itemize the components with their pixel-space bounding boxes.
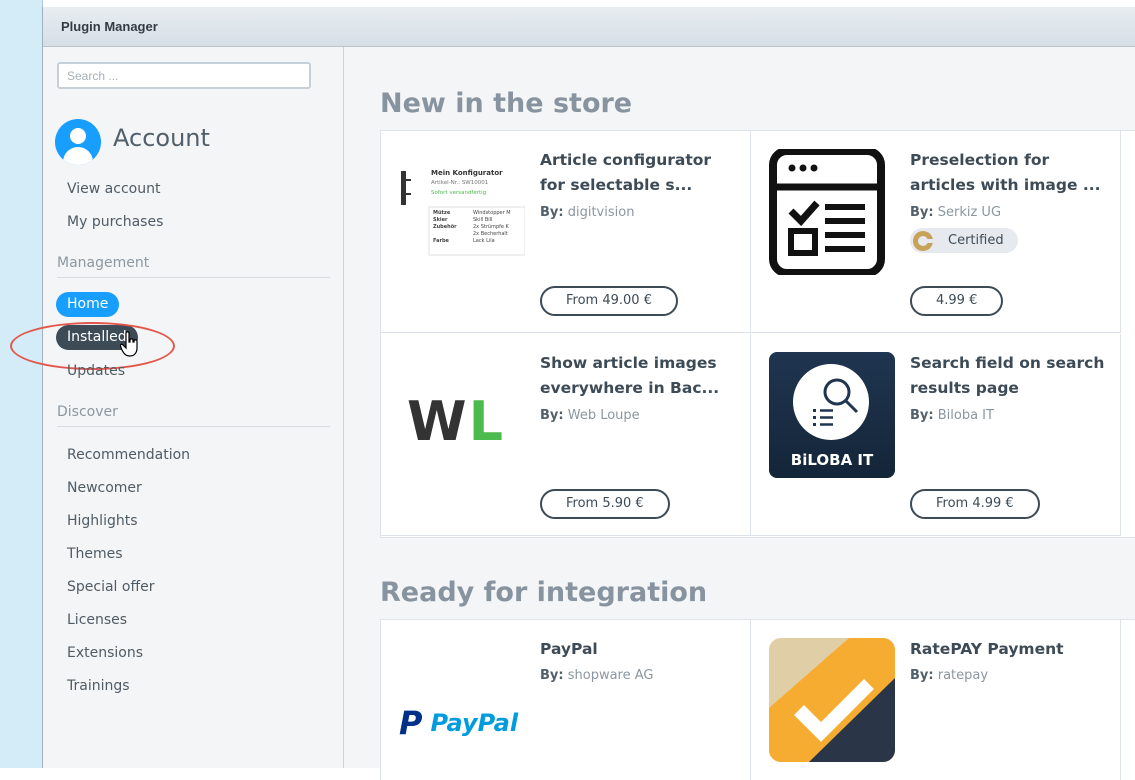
plugin-vendor: By: digitvision xyxy=(540,205,635,220)
sidebar-item-special-offer[interactable]: Special offer xyxy=(67,579,154,595)
plugin-vendor: By: ratepay xyxy=(910,668,989,683)
sidebar-item-trainings[interactable]: Trainings xyxy=(67,678,130,694)
window-title: Plugin Manager xyxy=(61,19,158,34)
ratepay-logo-icon xyxy=(769,638,895,762)
sidebar-item-licenses[interactable]: Licenses xyxy=(67,612,127,628)
price-button[interactable]: From 4.99 € xyxy=(910,489,1040,519)
plugin-thumbnail xyxy=(769,147,895,277)
section-heading-ready-for-integration: Ready for integration xyxy=(380,577,708,608)
sidebar-item-extensions[interactable]: Extensions xyxy=(67,645,143,661)
plugin-name[interactable]: Article configurator for selectable s... xyxy=(540,148,740,198)
plugin-thumbnail: BiLOBA IT xyxy=(769,352,895,478)
sidebar-item-home[interactable]: Home xyxy=(56,292,120,317)
certified-label: Certified xyxy=(948,233,1004,248)
plugin-name[interactable]: RatePAY Payment xyxy=(910,637,1110,662)
certified-seal-icon xyxy=(913,230,934,251)
biloba-logo-text: BiLOBA IT xyxy=(790,451,874,469)
price-button[interactable]: From 49.00 € xyxy=(540,286,678,316)
main-content: New in the store Mein Konfigurator Artik… xyxy=(344,47,1135,780)
search-input[interactable] xyxy=(57,62,311,89)
paypal-logo: P PayPal xyxy=(399,704,519,742)
price-button[interactable]: From 5.90 € xyxy=(540,489,670,519)
price-button[interactable]: 4.99 € xyxy=(910,286,1004,316)
user-avatar-icon xyxy=(55,119,101,165)
account-header: Account xyxy=(55,119,210,165)
sidebar-item-view-account[interactable]: View account xyxy=(67,181,160,197)
plugin-card[interactable]: BiLOBA IT Search field on search results… xyxy=(751,334,1121,536)
section-heading-new-in-store: New in the store xyxy=(380,88,633,119)
plugin-name[interactable]: Show article images everywhere in Bac... xyxy=(540,351,740,401)
plugin-grid-new: Mein Konfigurator Artikel-Nr.: SW10001 S… xyxy=(380,130,1135,538)
plugin-thumbnail: Mein Konfigurator Artikel-Nr.: SW10001 S… xyxy=(399,149,526,275)
section-label-management: Management xyxy=(57,255,330,278)
plugin-name[interactable]: Preselection for articles with image ... xyxy=(910,148,1110,198)
sidebar-item-my-purchases[interactable]: My purchases xyxy=(67,214,163,230)
window-titlebar[interactable]: Plugin Manager xyxy=(43,7,1135,47)
plugin-card[interactable]: P PayPal PayPal By: shopware AG xyxy=(381,620,751,780)
plugin-manager-window: Plugin Manager Account View account My p… xyxy=(10,7,1135,780)
certified-badge: Certified xyxy=(910,228,1018,253)
sidebar-item-themes[interactable]: Themes xyxy=(67,546,123,562)
sidebar-item-highlights[interactable]: Highlights xyxy=(67,513,138,529)
plugin-vendor: By: Web Loupe xyxy=(540,408,640,423)
plugin-card[interactable]: Preselection for articles with image ...… xyxy=(751,131,1121,333)
plugin-name[interactable]: PayPal xyxy=(540,637,740,662)
checklist-browser-icon xyxy=(769,147,885,277)
hand-cursor-icon xyxy=(120,331,138,357)
plugin-card[interactable]: RatePAY Payment By: ratepay xyxy=(751,620,1121,780)
background-window-edge xyxy=(0,0,43,768)
plugin-vendor: By: shopware AG xyxy=(540,668,654,683)
sidebar-item-recommendation[interactable]: Recommendation xyxy=(67,447,190,463)
plugin-card[interactable]: WL Show article images everywhere in Bac… xyxy=(381,334,751,536)
plugin-thumbnail xyxy=(769,638,895,762)
plugin-vendor: By: Serkiz UG xyxy=(910,205,1002,220)
plugin-thumbnail: WL xyxy=(399,352,525,478)
plugin-name[interactable]: Search field on search results page xyxy=(910,351,1110,401)
section-label-discover: Discover xyxy=(57,404,330,427)
thumb-table: Mütze Windstopper M Skier Skill Bill Zubeh… xyxy=(433,210,511,244)
plugin-card[interactable]: Mein Konfigurator Artikel-Nr.: SW10001 S… xyxy=(381,131,751,333)
plugin-thumbnail: P PayPal xyxy=(399,638,525,764)
plugin-grid-integration: P PayPal PayPal By: shopware AG RatePAY … xyxy=(380,619,1135,780)
sidebar-item-newcomer[interactable]: Newcomer xyxy=(67,480,142,496)
sidebar-item-updates[interactable]: Updates xyxy=(67,363,125,379)
account-title: Account xyxy=(113,124,210,152)
webloupe-logo: WL xyxy=(407,390,505,453)
thumb-sku: Artikel-Nr.: SW10001 xyxy=(431,180,489,186)
plugin-vendor: By: Biloba IT xyxy=(910,408,994,423)
thumb-title: Mein Konfigurator xyxy=(431,169,503,177)
thumb-stock: Sofort versandfertig xyxy=(431,190,487,196)
sidebar: Account View account My purchases Manage… xyxy=(10,47,344,768)
